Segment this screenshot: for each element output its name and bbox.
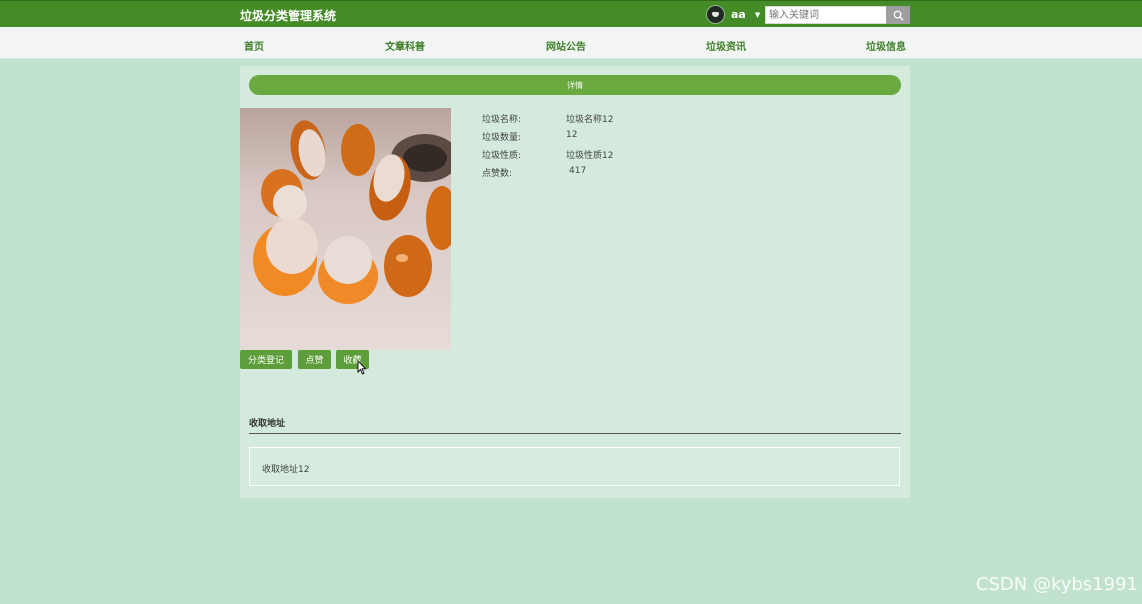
site-title: 垃圾分类管理系统 — [240, 9, 337, 23]
section-divider — [249, 433, 901, 434]
field-label-name: 垃圾名称: — [482, 115, 522, 125]
field-label-nature: 垃圾性质: — [482, 151, 522, 161]
main-nav: 首页 文章科普 网站公告 垃圾资讯 垃圾信息 — [0, 27, 1142, 59]
nav-item-garbage-info[interactable]: 垃圾信息 — [866, 38, 906, 53]
field-value-name: 垃圾名称12 — [566, 115, 614, 125]
mouse-cursor-icon — [357, 360, 367, 375]
field-value-nature: 垃圾性质12 — [566, 151, 614, 161]
nav-item-news[interactable]: 垃圾资讯 — [706, 38, 746, 53]
like-button[interactable]: 点赞 — [298, 350, 331, 369]
field-value-quantity: 12 — [566, 130, 578, 140]
detail-banner: 详情 — [249, 75, 901, 95]
detail-panel: 详情 分类登记 点赞 收藏 垃圾名称: 垃圾名称12 垃圾数量: 12 垃圾性质… — [240, 66, 910, 498]
nav-item-home[interactable]: 首页 — [244, 38, 264, 53]
nav-item-announcements[interactable]: 网站公告 — [546, 38, 586, 53]
address-section-title: 收取地址 — [249, 419, 286, 429]
chevron-down-icon[interactable]: ▼ — [755, 11, 760, 19]
nav-item-articles[interactable]: 文章科普 — [385, 38, 425, 53]
watermark: CSDN @kybs1991 — [975, 574, 1138, 595]
search-button[interactable] — [886, 6, 910, 24]
field-label-quantity: 垃圾数量: — [482, 133, 522, 143]
search-input[interactable] — [765, 6, 888, 24]
avatar[interactable] — [706, 5, 725, 24]
register-button[interactable]: 分类登记 — [240, 350, 292, 369]
eggshell-image — [253, 120, 451, 304]
search-icon — [893, 10, 904, 21]
field-label-likes: 点赞数: — [482, 169, 513, 179]
field-value-likes: 417 — [569, 166, 587, 176]
top-header-bar: 垃圾分类管理系统 aa ▼ — [0, 0, 1142, 28]
address-value: 收取地址12 — [262, 465, 310, 475]
garbage-photo — [240, 108, 451, 350]
username[interactable]: aa — [731, 8, 746, 21]
address-box: 收取地址12 — [249, 447, 900, 486]
user-menu[interactable]: aa ▼ — [706, 5, 760, 24]
